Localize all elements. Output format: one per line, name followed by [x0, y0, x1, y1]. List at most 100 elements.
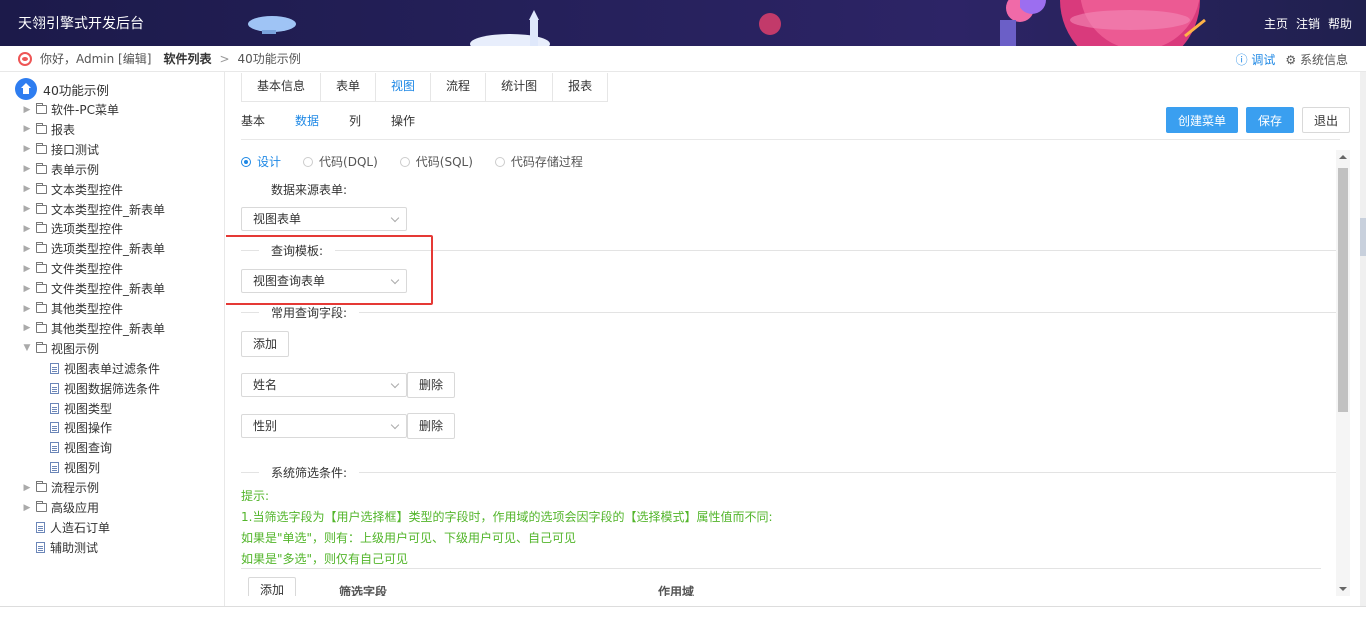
- subtab-actions[interactable]: 操作: [391, 112, 415, 135]
- data-source-select[interactable]: 视图表单: [241, 207, 407, 231]
- hint-line: 如果是"多选"，则仅有自己可见: [241, 552, 409, 566]
- page-scrollbar-thumb[interactable]: [1360, 218, 1366, 256]
- sidebar-item[interactable]: 视图操作: [50, 418, 112, 437]
- field-select-name[interactable]: 姓名: [241, 373, 407, 397]
- sidebar-item[interactable]: 视图列: [50, 458, 100, 477]
- save-button[interactable]: 保存: [1245, 107, 1294, 133]
- caret-right-icon[interactable]: ▶: [22, 164, 32, 174]
- caret-right-icon[interactable]: ▶: [22, 144, 32, 154]
- folder-icon: [36, 202, 47, 214]
- sidebar-item[interactable]: 视图表单过滤条件: [50, 359, 160, 378]
- delete-field-button[interactable]: 删除: [407, 413, 456, 439]
- sidebar-item-label: 人造石订单: [50, 520, 111, 535]
- sidebar-item[interactable]: ▶ 报表: [22, 120, 75, 139]
- sidebar-item[interactable]: 视图查询: [50, 438, 112, 457]
- scroll-up-icon[interactable]: [1339, 155, 1347, 159]
- sidebar-item[interactable]: ▶ 其他类型控件: [22, 299, 123, 318]
- tab-basic-info[interactable]: 基本信息: [242, 73, 322, 101]
- caret-right-icon[interactable]: ▶: [22, 244, 32, 254]
- subtab-data[interactable]: 数据: [295, 112, 319, 135]
- system-filter-label: 系统筛选条件:: [271, 465, 348, 480]
- caret-right-icon[interactable]: ▶: [22, 204, 32, 214]
- sidebar-item[interactable]: ▶ 选项类型控件_新表单: [22, 239, 165, 258]
- radio-sql[interactable]: 代码(SQL): [399, 153, 473, 170]
- sidebar-item[interactable]: ▶ 其他类型控件_新表单: [22, 319, 165, 338]
- sidebar-item[interactable]: 辅助测试: [36, 538, 98, 557]
- caret-right-icon[interactable]: ▶: [22, 323, 32, 333]
- folder-icon: [36, 182, 47, 194]
- add-filter-button[interactable]: 添加: [248, 577, 297, 596]
- sidebar-item-label: 文件类型控件_新表单: [51, 282, 166, 297]
- sidebar-item[interactable]: ▶ 文本类型控件_新表单: [22, 200, 165, 219]
- tab-form[interactable]: 表单: [321, 73, 377, 101]
- sidebar-item[interactable]: ▼ 视图示例: [22, 339, 99, 358]
- caret-right-icon[interactable]: ▶: [22, 503, 32, 513]
- tab-flow[interactable]: 流程: [431, 73, 487, 101]
- caret-right-icon[interactable]: ▶: [22, 264, 32, 274]
- software-list-link[interactable]: 软件列表: [163, 50, 211, 67]
- page-scrollbar[interactable]: [1360, 72, 1366, 606]
- subtab-basic[interactable]: 基本: [241, 112, 265, 135]
- home-link[interactable]: 主页: [1264, 15, 1288, 32]
- file-icon: [50, 442, 59, 454]
- exit-button[interactable]: 退出: [1301, 107, 1350, 133]
- sidebar-item[interactable]: ▶ 文本类型控件: [22, 180, 123, 199]
- sidebar-item[interactable]: 人造石订单: [36, 518, 110, 537]
- sidebar-item[interactable]: ▶ 文件类型控件_新表单: [22, 279, 165, 298]
- field-select-gender[interactable]: 性别: [241, 414, 407, 438]
- scroll-down-icon[interactable]: [1339, 587, 1347, 591]
- sidebar-item-label: 选项类型控件_新表单: [51, 242, 166, 257]
- sidebar-item[interactable]: 视图数据筛选条件: [50, 379, 160, 398]
- folder-icon: [36, 122, 47, 134]
- content-scrollbar[interactable]: [1336, 150, 1350, 596]
- system-info-link[interactable]: ⚙ 系统信息: [1285, 51, 1348, 68]
- sidebar-item-label: 视图类型: [64, 401, 113, 416]
- logout-link[interactable]: 注销: [1296, 15, 1320, 32]
- sidebar-item[interactable]: ▶ 表单示例: [22, 160, 99, 179]
- help-link[interactable]: 帮助: [1328, 15, 1352, 32]
- caret-right-icon[interactable]: ▶: [22, 224, 32, 234]
- caret-right-icon[interactable]: ▶: [22, 124, 32, 134]
- breadcrumb-separator: >: [219, 51, 230, 66]
- legend-line: [241, 311, 259, 313]
- sidebar-item-label: 其他类型控件_新表单: [51, 321, 166, 336]
- delete-field-button[interactable]: 删除: [407, 372, 456, 398]
- sidebar-item[interactable]: ▶ 软件-PC菜单: [22, 100, 119, 119]
- folder-icon: [36, 501, 47, 512]
- radio-stored-procedure[interactable]: 代码存储过程: [494, 153, 583, 170]
- caret-right-icon[interactable]: ▶: [22, 304, 32, 314]
- caret-right-icon[interactable]: ▶: [22, 284, 32, 294]
- tree-root[interactable]: 40功能示例: [15, 78, 109, 100]
- sidebar-item[interactable]: ▶ 选项类型控件: [22, 219, 123, 238]
- mode-radio-group: 设计 代码(DQL) 代码(SQL) 代码存储过程: [241, 153, 583, 170]
- scrollbar-thumb[interactable]: [1338, 168, 1348, 412]
- caret-right-icon[interactable]: ▶: [22, 483, 32, 493]
- caret-down-icon[interactable]: ▼: [22, 343, 32, 353]
- sidebar-item[interactable]: ▶ 流程示例: [22, 478, 99, 497]
- sidebar-item[interactable]: ▶ 高级应用: [22, 498, 99, 517]
- action-buttons: 创建菜单 保存 退出: [1165, 107, 1350, 133]
- create-menu-button[interactable]: 创建菜单: [1165, 107, 1238, 133]
- subtab-columns[interactable]: 列: [349, 112, 361, 135]
- radio-dql[interactable]: 代码(DQL): [303, 153, 378, 170]
- caret-right-icon[interactable]: ▶: [22, 105, 32, 115]
- sidebar-item[interactable]: ▶ 文件类型控件: [22, 259, 123, 278]
- breadcrumb-current: 40功能示例: [237, 52, 301, 66]
- app-title: 天翎引擎式开发后台: [18, 16, 144, 32]
- bottom-strip: [0, 606, 1366, 624]
- debug-link[interactable]: ⓘ 调试: [1236, 51, 1276, 68]
- caret-right-icon[interactable]: ▶: [22, 184, 32, 194]
- folder-icon: [36, 302, 47, 313]
- sidebar-item-label: 文本类型控件_新表单: [51, 202, 166, 217]
- tab-chart[interactable]: 统计图: [486, 73, 554, 101]
- sidebar-item[interactable]: ▶ 接口测试: [22, 140, 99, 159]
- sidebar-item[interactable]: 视图类型: [50, 399, 112, 418]
- tab-report[interactable]: 报表: [553, 73, 607, 101]
- radio-design[interactable]: 设计: [241, 153, 281, 170]
- add-field-button[interactable]: 添加: [241, 331, 290, 357]
- user-greeting[interactable]: 你好，Admin [编辑]: [40, 50, 151, 67]
- tree-root-label: 40功能示例: [43, 82, 109, 98]
- radio-dot: [241, 156, 251, 167]
- tab-view[interactable]: 视图: [376, 73, 432, 101]
- file-icon: [36, 541, 45, 553]
